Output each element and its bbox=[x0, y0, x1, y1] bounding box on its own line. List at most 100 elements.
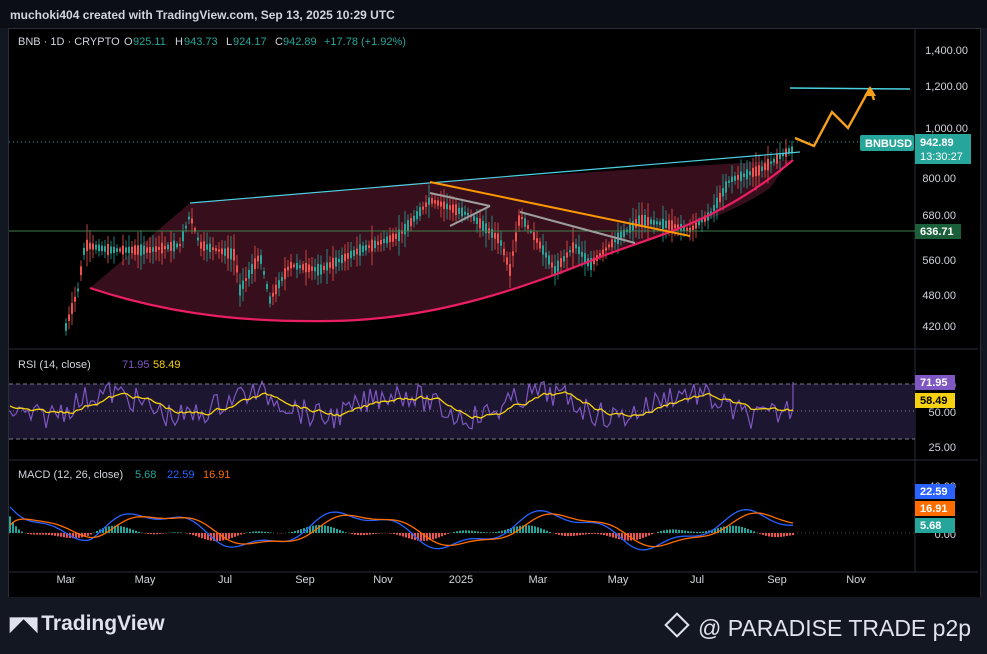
macd-histogram-bar bbox=[126, 527, 128, 533]
candle-body bbox=[602, 249, 604, 255]
tradingview-logo[interactable]: ◤◥ TradingView bbox=[10, 612, 165, 636]
high-value: 943.73 bbox=[184, 36, 218, 48]
candle-body bbox=[740, 171, 742, 182]
candle-body bbox=[725, 181, 727, 193]
macd-histogram-bar bbox=[660, 531, 662, 533]
candle-body bbox=[392, 233, 394, 242]
macd-histogram-bar bbox=[60, 533, 62, 537]
macd-histogram-bar bbox=[156, 533, 158, 535]
candle-body bbox=[266, 283, 268, 290]
chart-canvas[interactable]: BNB · 1D · CRYPTO O 925.11 H 943.73 L 92… bbox=[0, 0, 987, 600]
candle-body bbox=[278, 280, 280, 289]
macd-histogram-bar bbox=[198, 533, 200, 538]
price-axis[interactable]: 1,400.00 1,200.00 1,000.00 800.00 680.00… bbox=[922, 45, 968, 333]
macd-histogram-bar bbox=[96, 530, 98, 533]
macd-histogram-bar bbox=[747, 528, 749, 533]
time-axis-label: 2025 bbox=[449, 574, 473, 586]
tradingview-logo-text: TradingView bbox=[41, 612, 165, 635]
macd-histogram-bar bbox=[591, 533, 593, 534]
candle-body bbox=[116, 248, 118, 252]
watermark-text: @ PARADISE TRADE p2p bbox=[698, 615, 972, 641]
candle-body bbox=[158, 247, 160, 250]
close-label: C bbox=[275, 36, 283, 48]
candle-body bbox=[575, 244, 577, 249]
macd-histogram-bar bbox=[63, 533, 65, 538]
candle-body bbox=[563, 256, 565, 262]
candle-body bbox=[482, 221, 484, 231]
macd-histogram-bar bbox=[588, 533, 590, 535]
macd-histogram-bar bbox=[474, 531, 476, 533]
macd-histogram-bar bbox=[396, 533, 398, 535]
macd-histogram-bar bbox=[195, 533, 197, 537]
macd-histogram-bar bbox=[744, 527, 746, 533]
macd-histogram-bar bbox=[240, 533, 242, 535]
candle-body bbox=[104, 246, 106, 252]
macd-histogram-bar bbox=[780, 533, 782, 537]
macd-histogram-bar bbox=[774, 533, 776, 538]
price-axis-label: 1,400.00 bbox=[925, 45, 968, 57]
candle-body bbox=[269, 296, 271, 304]
rsi-axis-label: 25.00 bbox=[928, 442, 956, 454]
candle-body bbox=[179, 243, 181, 247]
macd-histogram-bar bbox=[243, 533, 245, 534]
low-value: 924.17 bbox=[233, 36, 267, 48]
macd-histogram-bar bbox=[15, 526, 17, 533]
macd-histogram-bar bbox=[438, 533, 440, 538]
macd-value: 22.59 bbox=[167, 469, 195, 481]
candle-body bbox=[197, 237, 199, 241]
projection-path[interactable] bbox=[794, 87, 872, 148]
macd-histogram-bar bbox=[675, 529, 677, 533]
macd-histogram-bar bbox=[444, 533, 446, 536]
time-axis-label: Sep bbox=[295, 574, 315, 586]
candle-body bbox=[161, 242, 163, 254]
candle-body bbox=[92, 243, 94, 250]
support-tag-value: 636.71 bbox=[920, 226, 954, 238]
macd-histogram-bar bbox=[456, 531, 458, 533]
target-line[interactable] bbox=[789, 87, 911, 90]
macd-histogram-bar bbox=[600, 533, 602, 535]
candle-body bbox=[506, 257, 508, 265]
ticker-countdown: 13:30:27 bbox=[920, 151, 963, 163]
candle-body bbox=[68, 314, 70, 321]
candle-body bbox=[131, 246, 133, 254]
macd-histogram-bar bbox=[732, 525, 734, 533]
price-axis-label: 1,200.00 bbox=[925, 81, 968, 93]
candle-body bbox=[293, 264, 295, 267]
signal-value: 16.91 bbox=[203, 469, 231, 481]
candle-body bbox=[119, 248, 121, 252]
macd-histogram-bar bbox=[366, 533, 368, 535]
candle-body bbox=[227, 247, 229, 259]
candle-body bbox=[218, 249, 220, 252]
macd-histogram-bar bbox=[402, 533, 404, 537]
macd-histogram-bar bbox=[783, 533, 785, 537]
macd-histogram-bar bbox=[87, 533, 89, 536]
candle-body bbox=[206, 244, 208, 250]
macd-histogram-bar bbox=[405, 533, 407, 538]
candle-body bbox=[113, 246, 115, 254]
candle-body bbox=[746, 169, 748, 180]
candle-body bbox=[656, 221, 658, 225]
macd-histogram-bar bbox=[330, 526, 332, 533]
macd-histogram-bar bbox=[645, 533, 647, 537]
candle-body bbox=[242, 280, 244, 289]
candle-body bbox=[191, 218, 193, 224]
macd-histogram-bar bbox=[333, 527, 335, 533]
time-axis[interactable]: Mar May Jul Sep Nov 2025 Mar May Jul Sep… bbox=[57, 574, 867, 586]
candle-body bbox=[374, 240, 376, 249]
macd-histogram-bar bbox=[117, 525, 119, 533]
candle-body bbox=[560, 258, 562, 267]
candle-body bbox=[515, 232, 517, 242]
macd-histogram-bar bbox=[564, 533, 566, 536]
candle-body bbox=[260, 255, 262, 264]
candle-body bbox=[272, 292, 274, 297]
candle-body bbox=[578, 246, 580, 255]
macd-histogram-bar bbox=[132, 529, 134, 533]
macd-histogram-bar bbox=[297, 530, 299, 533]
price-axis-label: 1,000.00 bbox=[925, 123, 968, 135]
macd-histogram-bar bbox=[666, 529, 668, 533]
macd-histogram-bar bbox=[729, 525, 731, 533]
macd-histogram-bar bbox=[693, 531, 695, 533]
open-label: O bbox=[124, 36, 133, 48]
candle-body bbox=[77, 288, 79, 292]
candle-body bbox=[323, 265, 325, 271]
